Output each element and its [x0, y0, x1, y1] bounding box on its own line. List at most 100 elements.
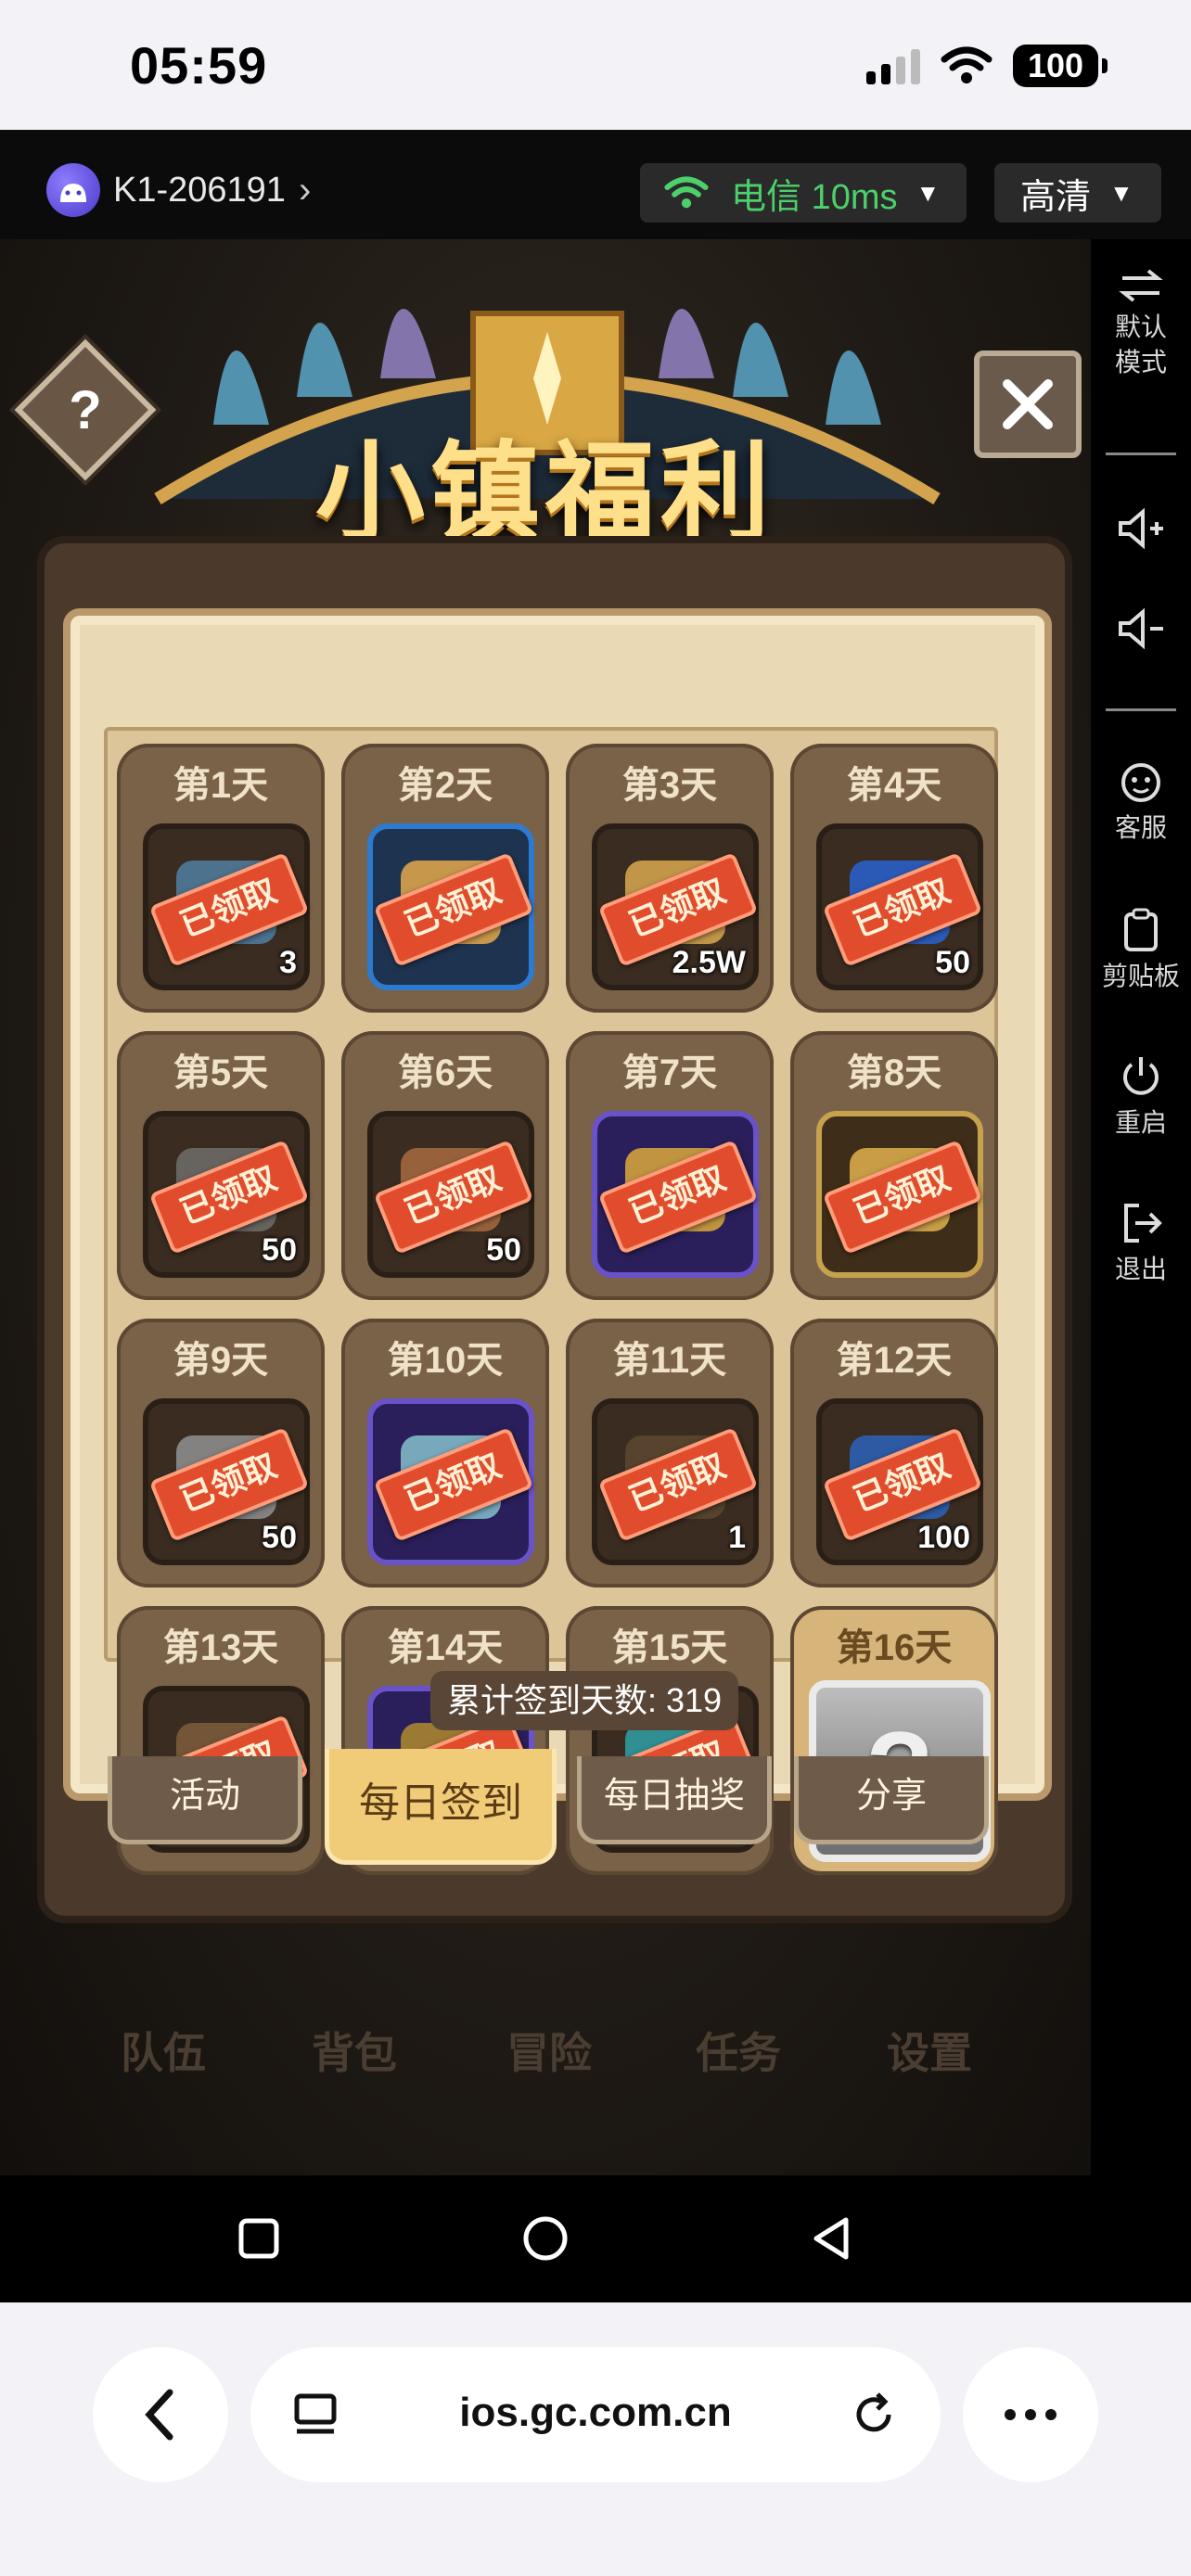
chevron-right-icon: ›: [298, 169, 312, 210]
day-label: 第2天: [397, 765, 493, 806]
caret-down-icon: ▼: [916, 178, 941, 207]
game-bottom-nav: 队伍 背包 冒险 任务 设置: [0, 2010, 1091, 2103]
exit-label: 退出: [1114, 1255, 1167, 1283]
status-bar: 05:59 100: [0, 0, 1191, 130]
nav-backpack[interactable]: 背包: [312, 2020, 397, 2081]
day-label: 第3天: [621, 765, 718, 806]
day-label: 第14天: [387, 1627, 504, 1668]
day-label: 第9天: [173, 1340, 269, 1381]
signin-card: 第1天 已领取 3 第2天 已领取 第3天 已领取 2.5W 第4天 已领取 50 第5天 已领取 50 第…: [63, 608, 1052, 1875]
total-signin-days: 累计签到天数: 319: [430, 1671, 739, 1730]
device-name: K1-206191: [113, 170, 286, 210]
reward-quantity: 2.5W: [672, 945, 746, 980]
day-label: 第11天: [612, 1340, 727, 1381]
tab-activity[interactable]: 活动: [108, 1756, 302, 1844]
nav-adventure[interactable]: 冒险: [506, 2020, 592, 2081]
reward-slot: 已领取 3: [143, 823, 310, 990]
day-tile[interactable]: 第8天已领取: [790, 1031, 998, 1300]
day-label: 第15天: [611, 1627, 728, 1668]
game-screen[interactable]: ? 小镇福利 第1天 已领取 3 第2天 已领取 第3天 已领取 2.5W 第4天 已领取 50 第5…: [0, 239, 1091, 2175]
reward-slot: 已领取: [816, 1111, 983, 1278]
day-label: 第4天: [846, 765, 942, 806]
device-selector[interactable]: K1-206191 ›: [46, 163, 311, 217]
side-divider: [1106, 453, 1176, 455]
android-icon: [46, 163, 100, 217]
nav-settings[interactable]: 设置: [887, 2020, 972, 2081]
recent-apps-icon[interactable]: [238, 2218, 279, 2259]
day-tile[interactable]: 第7天已领取: [566, 1031, 774, 1300]
quality-selector[interactable]: 高清 ▼: [994, 163, 1161, 223]
back-button[interactable]: [93, 2347, 228, 2482]
day-label: 第12天: [836, 1340, 953, 1381]
day-label: 第8天: [846, 1052, 942, 1093]
signin-board: 第1天 已领取 3 第2天 已领取 第3天 已领取 2.5W 第4天 已领取 50 第5天 已领取 50 第…: [37, 536, 1072, 1923]
day-label: 第7天: [621, 1052, 718, 1093]
home-icon[interactable]: [522, 2215, 569, 2262]
clipboard-icon: [1124, 908, 1158, 951]
tab-share[interactable]: 分享: [794, 1756, 989, 1844]
reward-slot: 已领取: [592, 1111, 759, 1278]
reward-slot: 已领取50: [367, 1111, 534, 1278]
reward-quantity: 50: [262, 1232, 297, 1268]
day-tile[interactable]: 第1天 已领取 3: [117, 744, 325, 1013]
volume-down-icon: [1119, 608, 1163, 649]
exit-icon: [1124, 1204, 1162, 1243]
browser-toolbar: ios.gc.com.cn: [0, 2302, 1191, 2576]
reward-slot: 已领取: [367, 823, 534, 990]
reward-quantity: 1: [728, 1520, 746, 1555]
caret-down-icon: ▼: [1109, 178, 1133, 207]
network-label: 电信 10ms: [731, 177, 898, 217]
back-triangle-icon[interactable]: [811, 2216, 852, 2261]
day-tile[interactable]: 第4天已领取 50: [790, 744, 998, 1013]
reward-slot: 已领取 1: [592, 1398, 759, 1565]
mode-toggle[interactable]: 默认 模式: [1091, 267, 1191, 380]
chat-face-icon: [1121, 763, 1160, 802]
clipboard-button[interactable]: 剪贴板: [1091, 907, 1191, 994]
power-icon: [1123, 1057, 1159, 1095]
day-label: 第5天: [173, 1052, 269, 1093]
address-bar[interactable]: ios.gc.com.cn: [250, 2347, 941, 2482]
nav-team[interactable]: 队伍: [121, 2020, 206, 2081]
day-tile[interactable]: 第11天已领取 1: [566, 1319, 774, 1588]
restart-label: 重启: [1114, 1108, 1167, 1137]
day-tile[interactable]: 第6天已领取 50: [341, 1031, 549, 1300]
tab-daily-signin[interactable]: 每日签到: [325, 1749, 557, 1865]
tab-bar: 活动 每日签到 每日抽奖 分享: [0, 1749, 1091, 1868]
reward-slot: 已领取50: [816, 823, 983, 990]
day-tile[interactable]: 第2天已领取: [341, 744, 549, 1013]
cloud-phone-viewer: K1-206191 › 电信 10ms ▼ 高清 ▼ ? 小镇福利 第1天 已领…: [0, 130, 1191, 2302]
url-text: ios.gc.com.cn: [459, 2390, 732, 2435]
day-label: 第13天: [162, 1627, 279, 1668]
cellular-signal-icon: [866, 47, 920, 84]
reward-quantity: 50: [262, 1520, 297, 1555]
wifi-icon: [664, 176, 709, 209]
reward-quantity: 50: [935, 945, 970, 980]
day-tile[interactable]: 第12天 已领取 100: [790, 1319, 998, 1588]
wifi-icon: [941, 46, 992, 83]
nav-tasks[interactable]: 任务: [696, 2020, 781, 2081]
restart-button[interactable]: 重启: [1091, 1053, 1191, 1141]
reward-quantity: 3: [279, 945, 297, 980]
chevron-left-icon: [145, 2389, 173, 2441]
clock: 05:59: [130, 36, 268, 95]
day-tile[interactable]: 第3天 已领取 2.5W: [566, 744, 774, 1013]
day-tile[interactable]: 第9天 已领取 50: [117, 1319, 325, 1588]
reload-icon[interactable]: [850, 2391, 898, 2439]
clipboard-label: 剪贴板: [1101, 962, 1180, 990]
tab-daily-lottery[interactable]: 每日抽奖: [577, 1756, 772, 1844]
more-dots-icon: [1005, 2409, 1057, 2420]
day-tile[interactable]: 第5天 已领取 50: [117, 1031, 325, 1300]
volume-up-icon: [1119, 508, 1163, 549]
service-label: 客服: [1114, 813, 1167, 842]
quality-label: 高清: [1020, 177, 1092, 217]
customer-service-button[interactable]: 客服: [1091, 760, 1191, 846]
volume-down-button[interactable]: [1091, 608, 1191, 655]
exit-button[interactable]: 退出: [1091, 1200, 1191, 1287]
day-tile[interactable]: 第10天 已领取: [341, 1319, 549, 1588]
volume-up-button[interactable]: [1091, 508, 1191, 555]
network-selector[interactable]: 电信 10ms ▼: [640, 163, 967, 223]
viewer-side-panel: 默认 模式 客服 剪贴板 重启 退出: [1091, 239, 1191, 2175]
viewer-toolbar: K1-206191 › 电信 10ms ▼ 高清 ▼: [0, 130, 1191, 239]
day-label: 第6天: [397, 1052, 493, 1093]
more-button[interactable]: [963, 2347, 1098, 2482]
